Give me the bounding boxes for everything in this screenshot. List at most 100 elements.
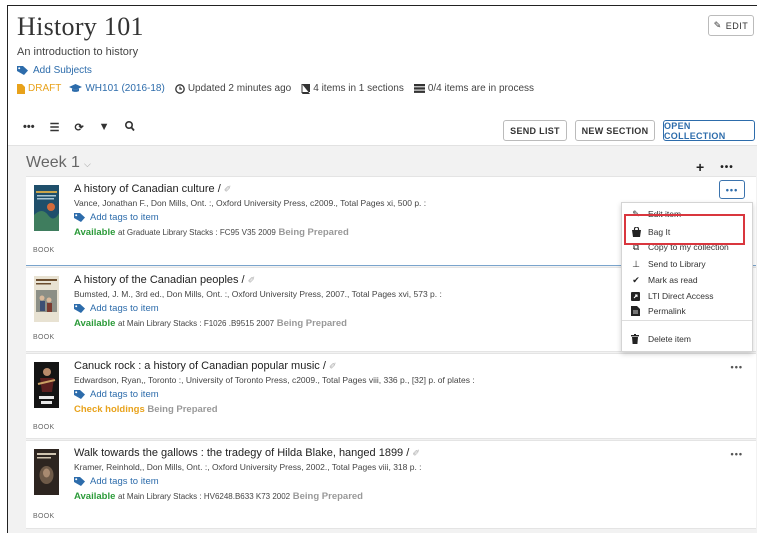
item-more-icon[interactable]: ••• — [731, 362, 743, 372]
section-header[interactable]: Week 1 ⌵ — [26, 154, 91, 172]
add-subjects-link[interactable]: Add Subjects — [17, 65, 92, 76]
book-cover — [34, 185, 59, 231]
item-type: BOOK — [33, 424, 55, 431]
menu-item-label: Delete item — [648, 334, 691, 344]
list-item[interactable]: BOOK Walk towards the gallows : the trad… — [26, 440, 756, 529]
tag-icon — [17, 66, 28, 75]
file-icon — [17, 83, 25, 94]
item-location: at Main Library Stacks : HV6248.B633 K73… — [118, 492, 291, 501]
new-section-button[interactable]: NEW SECTION — [575, 120, 655, 141]
section-actions: + ••• — [696, 159, 734, 175]
availability: Available at Graduate Library Stacks : F… — [74, 227, 634, 238]
edit-title-icon[interactable]: ✐ — [224, 184, 232, 194]
add-tags-label: Add tags to item — [90, 476, 159, 487]
section-more-icon[interactable]: ••• — [720, 162, 734, 173]
menu-item-send-to-library[interactable]: ⊥ Send to Library — [622, 257, 752, 271]
open-collection-button[interactable]: OPEN COLLECTION — [663, 120, 755, 141]
item-type: BOOK — [33, 247, 55, 254]
processing-status: Being Prepared — [276, 318, 347, 329]
item-title[interactable]: Canuck rock : a history of Canadian popu… — [74, 360, 326, 372]
edit-title-icon[interactable]: ✐ — [412, 448, 420, 458]
item-location: at Main Library Stacks : F1026 .B9515 20… — [118, 319, 275, 328]
tag-icon — [74, 477, 85, 486]
send-list-button[interactable]: SEND LIST — [503, 120, 567, 141]
add-tags-link[interactable]: Add tags to item — [74, 389, 634, 400]
draft-label: DRAFT — [28, 83, 62, 94]
add-tags-link[interactable]: Add tags to item — [74, 303, 634, 314]
item-type: BOOK — [33, 513, 55, 520]
search-icon[interactable] — [124, 121, 135, 134]
tag-icon — [74, 304, 85, 313]
availability-status[interactable]: Available — [74, 491, 115, 502]
clock-icon — [174, 83, 185, 94]
stack-icon — [413, 84, 425, 93]
availability: Available at Main Library Stacks : HV624… — [74, 491, 634, 502]
item-info: Walk towards the gallows : the tradegy o… — [74, 447, 634, 502]
menu-item-delete[interactable]: Delete item — [622, 332, 752, 346]
course-link[interactable]: WH101 (2016-18) — [69, 83, 165, 94]
item-info: A history of the Canadian peoples / ✐ Bu… — [74, 274, 634, 329]
menu-item-lti-direct-access[interactable]: LTI Direct Access — [622, 289, 752, 303]
edit-button[interactable]: ✎ EDIT — [708, 15, 754, 36]
edit-button-label: EDIT — [725, 20, 749, 31]
trash-icon — [631, 334, 641, 344]
edit-title-icon[interactable]: ✐ — [329, 361, 337, 371]
list-item[interactable]: BOOK Canuck rock : a history of Canadian… — [26, 353, 756, 439]
more-icon[interactable]: ••• — [23, 121, 35, 134]
draft-status[interactable]: DRAFT — [17, 83, 61, 94]
processing-status: Being Prepared — [147, 404, 218, 415]
availability-status[interactable]: Check holdings — [74, 404, 145, 415]
item-more-icon[interactable]: ••• — [731, 449, 743, 459]
availability: Available at Main Library Stacks : F1026… — [74, 318, 634, 329]
bag-it-highlight-box — [624, 214, 745, 245]
processing-status: Being Prepared — [278, 227, 349, 238]
menu-item-label: Mark as read — [648, 275, 698, 285]
toolbar-icons: ••• ☰ ⟳ ▼ — [23, 121, 135, 134]
external-link-icon — [631, 291, 641, 301]
list-content: Week 1 ⌵ + ••• BOOK A history of Canadia… — [8, 146, 757, 533]
availability-status[interactable]: Available — [74, 318, 115, 329]
item-citation: Kramer, Reinhold,, Don Mills, Ont. :, Ox… — [74, 462, 422, 472]
permalink-icon — [631, 306, 641, 316]
item-location: at Graduate Library Stacks : FC95 V35 20… — [118, 228, 276, 237]
check-icon: ✔ — [632, 274, 640, 285]
menu-item-label: Send to Library — [648, 259, 706, 269]
edit-title-icon[interactable]: ✐ — [248, 275, 256, 285]
in-process-info: 0/4 items are in process — [413, 83, 535, 94]
tag-icon — [74, 390, 85, 399]
book-cover — [34, 449, 59, 495]
item-title-row: A history of the Canadian peoples / ✐ — [74, 274, 634, 286]
item-info: Canuck rock : a history of Canadian popu… — [74, 360, 634, 415]
processing-status: Being Prepared — [292, 491, 363, 502]
availability-status[interactable]: Available — [74, 227, 115, 238]
refresh-icon[interactable]: ⟳ — [74, 121, 83, 134]
graduation-cap-icon — [69, 84, 83, 93]
item-more-button[interactable]: ••• — [719, 180, 745, 199]
add-item-icon[interactable]: + — [696, 159, 704, 175]
add-tags-label: Add tags to item — [90, 212, 159, 223]
item-title-row: Canuck rock : a history of Canadian popu… — [74, 360, 634, 372]
item-title[interactable]: A history of Canadian culture / — [74, 183, 221, 195]
menu-item-label: Permalink — [648, 306, 686, 316]
add-tags-label: Add tags to item — [90, 303, 159, 314]
item-title[interactable]: Walk towards the gallows : the tradegy o… — [74, 447, 409, 459]
item-citation: Vance, Jonathan F., Don Mills, Ont. :, O… — [74, 198, 427, 208]
list-icon[interactable]: ☰ — [50, 121, 60, 134]
menu-item-mark-as-read[interactable]: ✔ Mark as read — [622, 273, 752, 287]
items-count-info: 4 items in 1 sections — [301, 83, 404, 94]
add-tags-link[interactable]: Add tags to item — [74, 476, 634, 487]
list-toolbar: ••• ☰ ⟳ ▼ SEND LIST NEW SECTION OPEN COL… — [8, 112, 757, 146]
menu-divider — [622, 320, 752, 321]
course-code: WH101 (2016-18) — [85, 83, 165, 94]
page-subtitle: An introduction to history — [17, 46, 139, 58]
menu-item-permalink[interactable]: Permalink — [622, 304, 752, 318]
add-subjects-label: Add Subjects — [33, 65, 92, 76]
filter-icon[interactable]: ▼ — [99, 121, 110, 134]
section-title: Week 1 — [26, 154, 80, 171]
item-title-row: A history of Canadian culture / ✐ — [74, 183, 634, 195]
add-tags-link[interactable]: Add tags to item — [74, 212, 634, 223]
add-tags-label: Add tags to item — [90, 389, 159, 400]
item-title[interactable]: A history of the Canadian peoples / — [74, 274, 245, 286]
in-process-text: 0/4 items are in process — [427, 83, 535, 94]
item-type: BOOK — [33, 334, 55, 341]
